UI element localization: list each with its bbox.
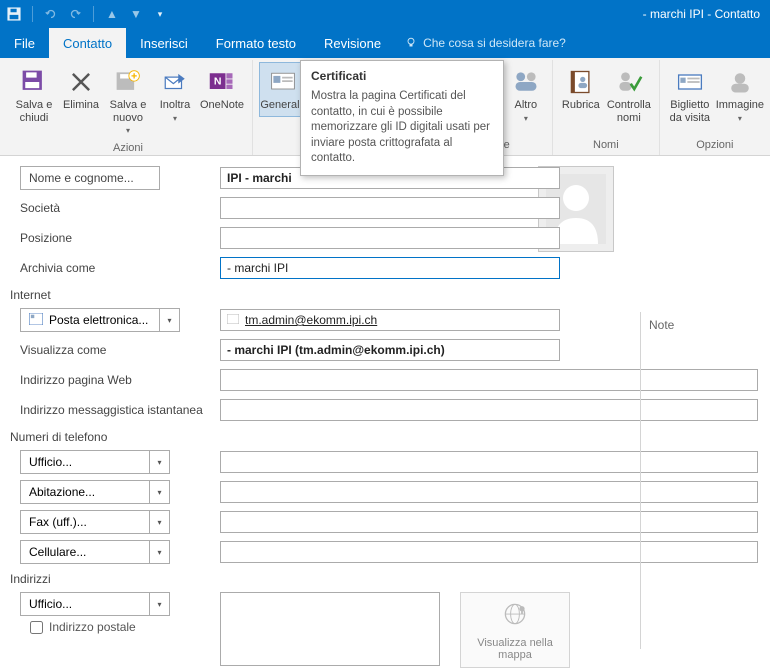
business-card-button[interactable]: Biglietto da visita — [666, 62, 714, 129]
delete-button[interactable]: Elimina — [60, 62, 102, 117]
redo-icon[interactable] — [67, 6, 83, 22]
menubar: File Contatto Inserisci Formato testo Re… — [0, 28, 770, 58]
bulb-icon — [405, 36, 417, 51]
phone-mobile-button[interactable]: Cellulare... — [20, 540, 150, 564]
people-icon — [511, 67, 541, 97]
postal-address-checkbox[interactable] — [30, 621, 43, 634]
check-names-button[interactable]: Controlla nomi — [605, 62, 653, 129]
ribbon-group-azioni: Salva e chiudi Elimina Salva e nuovo ▾ I… — [4, 60, 253, 155]
window-title: - marchi IPI - Contatto — [168, 7, 764, 21]
section-internet: Internet — [10, 288, 758, 302]
svg-text:N: N — [214, 76, 222, 88]
ribbon-group-nomi: Rubrica Controlla nomi Nomi — [553, 60, 660, 155]
biz-card-icon — [675, 67, 705, 97]
tab-formato-testo[interactable]: Formato testo — [202, 28, 310, 58]
phone-home-button[interactable]: Abitazione... — [20, 480, 150, 504]
qat-customize-icon[interactable]: ▾ — [152, 6, 168, 22]
save-close-icon — [19, 67, 49, 97]
small-card-icon — [227, 313, 239, 327]
tooltip-title: Certificati — [311, 69, 493, 83]
tell-me-search[interactable]: Che cosa si desidera fare? — [405, 28, 566, 58]
display-as-label: Visualizza come — [20, 343, 220, 357]
chevron-down-icon: ▾ — [524, 114, 528, 123]
tooltip-body: Mostra la pagina Certificati del contatt… — [311, 89, 493, 167]
full-name-button[interactable]: Nome e cognome... — [20, 166, 160, 190]
phone-mobile-caret[interactable]: ▾ — [150, 540, 170, 564]
note-panel: Note — [640, 312, 770, 649]
phone-office-button[interactable]: Ufficio... — [20, 450, 150, 474]
forward-icon — [160, 67, 190, 97]
tab-revisione[interactable]: Revisione — [310, 28, 395, 58]
position-input[interactable] — [220, 227, 560, 249]
note-label: Note — [649, 318, 762, 332]
tab-contatto[interactable]: Contatto — [49, 28, 126, 58]
phone-office-caret[interactable]: ▾ — [150, 450, 170, 474]
tab-inserisci[interactable]: Inserisci — [126, 28, 202, 58]
undo-icon[interactable] — [43, 6, 59, 22]
card-icon — [268, 67, 298, 97]
web-label: Indirizzo pagina Web — [20, 373, 220, 387]
save-icon[interactable] — [6, 6, 22, 22]
email-type-button[interactable]: Posta elettronica... — [20, 308, 160, 332]
postal-address-label: Indirizzo postale — [49, 620, 136, 634]
file-as-label: Archivia come — [20, 261, 220, 275]
picture-icon — [725, 67, 755, 97]
display-as-input[interactable] — [220, 339, 560, 361]
email-type-caret[interactable]: ▾ — [160, 308, 180, 332]
address-type-button[interactable]: Ufficio... — [20, 592, 150, 616]
ribbon-group-opzioni: Biglietto da visita Immagine ▾ Opzioni — [660, 60, 770, 155]
email-field-wrap[interactable]: tm.admin@ekomm.ipi.ch — [220, 309, 560, 331]
tell-me-label: Che cosa si desidera fare? — [423, 36, 566, 50]
chevron-down-icon: ▾ — [173, 114, 177, 123]
forward-button[interactable]: Inoltra ▾ — [154, 62, 196, 128]
onenote-icon: N — [207, 67, 237, 97]
tooltip-certificati: Certificati Mostra la pagina Certificati… — [300, 60, 504, 176]
company-input[interactable] — [220, 197, 560, 219]
email-value: tm.admin@ekomm.ipi.ch — [245, 313, 377, 327]
next-icon[interactable]: ▼ — [128, 6, 144, 22]
phone-home-caret[interactable]: ▾ — [150, 480, 170, 504]
chevron-down-icon: ▾ — [126, 126, 130, 135]
company-label: Società — [20, 201, 220, 215]
book-icon — [566, 67, 596, 97]
onenote-button[interactable]: N OneNote — [198, 62, 246, 117]
save-new-icon — [113, 67, 143, 97]
quick-access-toolbar: ▲ ▼ ▾ — [6, 6, 168, 22]
im-label: Indirizzo messaggistica istantanea — [20, 403, 220, 417]
phone-fax-caret[interactable]: ▾ — [150, 510, 170, 534]
address-type-caret[interactable]: ▾ — [150, 592, 170, 616]
check-names-icon — [614, 67, 644, 97]
titlebar: ▲ ▼ ▾ - marchi IPI - Contatto — [0, 0, 770, 28]
prev-icon[interactable]: ▲ — [104, 6, 120, 22]
file-as-combo[interactable] — [220, 257, 560, 279]
phone-fax-button[interactable]: Fax (uff.)... — [20, 510, 150, 534]
ribbon-group-label: Opzioni — [666, 137, 764, 155]
tab-file[interactable]: File — [0, 28, 49, 58]
save-new-button[interactable]: Salva e nuovo ▾ — [104, 62, 152, 140]
save-close-button[interactable]: Salva e chiudi — [10, 62, 58, 129]
image-button[interactable]: Immagine ▾ — [716, 62, 764, 128]
view-map-button[interactable]: Visualizza nella mappa — [460, 592, 570, 668]
delete-icon — [66, 67, 96, 97]
address-textarea[interactable] — [220, 592, 440, 666]
address-book-button[interactable]: Rubrica — [559, 62, 603, 117]
chevron-down-icon: ▾ — [738, 114, 742, 123]
card-small-icon — [29, 313, 43, 328]
ribbon-group-label: Nomi — [559, 137, 653, 155]
other-button[interactable]: Altro ▾ — [506, 62, 546, 128]
globe-icon — [501, 600, 529, 631]
position-label: Posizione — [20, 231, 220, 245]
